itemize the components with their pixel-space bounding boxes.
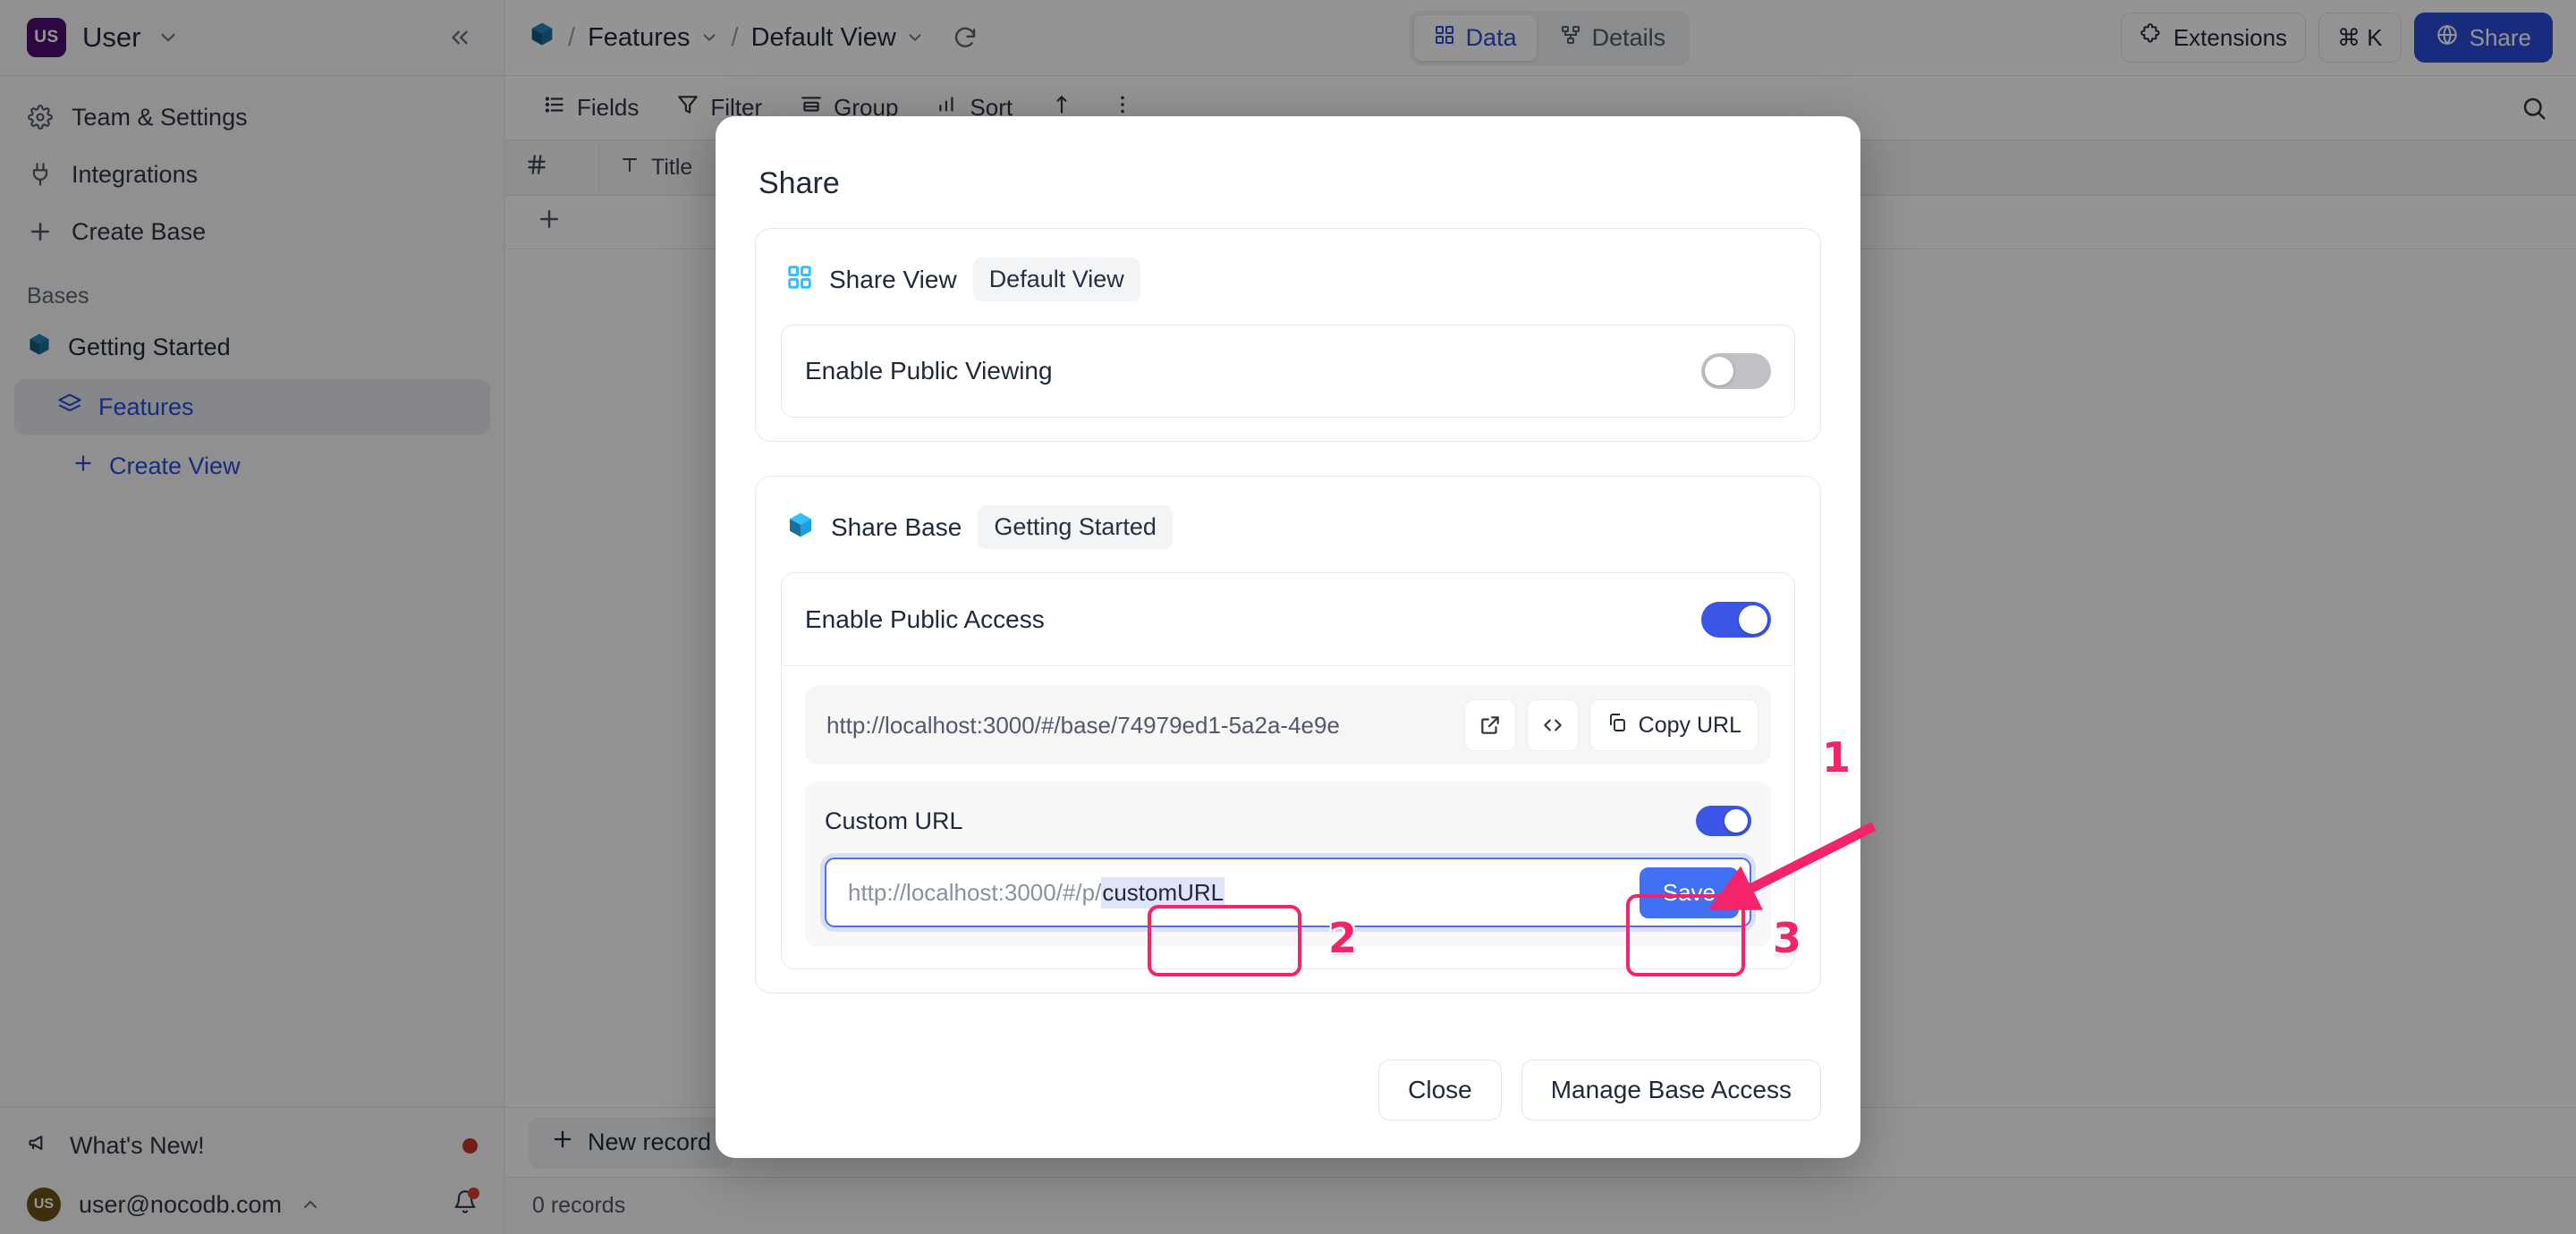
custom-url-prefix: http://localhost:3000/#/p/ [848,878,1102,906]
share-base-panel: Share Base Getting Started Enable Public… [755,476,1821,993]
enable-public-access-row: Enable Public Access [782,573,1794,666]
share-url-bar: http://localhost:3000/#/base/74979ed1-5a… [805,686,1771,765]
toggle-knob [1724,809,1748,833]
custom-url-row: Custom URL [825,797,1751,845]
custom-url-input[interactable]: http://localhost:3000/#/p/ customURL Sav… [825,858,1751,927]
grid-view-icon [786,264,813,295]
share-url-text: http://localhost:3000/#/base/74979ed1-5a… [826,711,1340,739]
share-view-panel: Share View Default View Enable Public Vi… [755,228,1821,442]
copy-url-label: Copy URL [1638,712,1741,738]
share-view-label: Share View [829,265,957,293]
external-link-icon[interactable] [1463,699,1516,751]
share-base-header: Share Base Getting Started [786,505,1795,549]
share-view-header: Share View Default View [786,258,1795,301]
save-button[interactable]: Save [1639,866,1739,918]
custom-url-label: Custom URL [825,807,963,834]
public-access-card: Enable Public Access http://localhost:30… [781,572,1795,969]
share-base-label: Share Base [831,512,962,541]
code-icon[interactable] [1526,699,1579,751]
modal-title: Share [758,166,840,200]
app-root: US User Team & Settings Integrations Cre… [0,0,2576,1234]
share-view-chip: Default View [972,258,1140,301]
copy-icon [1606,712,1628,740]
enable-public-viewing-label: Enable Public Viewing [805,357,1053,385]
custom-url-toggle[interactable] [1696,806,1751,836]
manage-base-access-button[interactable]: Manage Base Access [1521,1060,1821,1120]
custom-url-block: Custom URL http://localhost:3000/#/p/ cu… [805,781,1771,947]
enable-public-viewing-row: Enable Public Viewing [781,325,1795,418]
toggle-knob [1705,357,1733,385]
public-access-body: http://localhost:3000/#/base/74979ed1-5a… [782,666,1794,968]
modal-footer: Close Manage Base Access [755,1029,1821,1120]
enable-public-access-toggle[interactable] [1701,601,1771,638]
share-modal: Share Share View Default View Enable Pub… [716,116,1860,1158]
enable-public-access-label: Enable Public Access [805,604,1045,633]
custom-url-value[interactable]: customURL [1101,876,1225,909]
toggle-knob [1739,604,1767,634]
share-base-chip: Getting Started [978,505,1173,549]
copy-url-button[interactable]: Copy URL [1589,699,1758,751]
enable-public-viewing-toggle[interactable] [1701,353,1771,389]
base-cube-icon [786,511,815,544]
close-button[interactable]: Close [1378,1060,1502,1120]
